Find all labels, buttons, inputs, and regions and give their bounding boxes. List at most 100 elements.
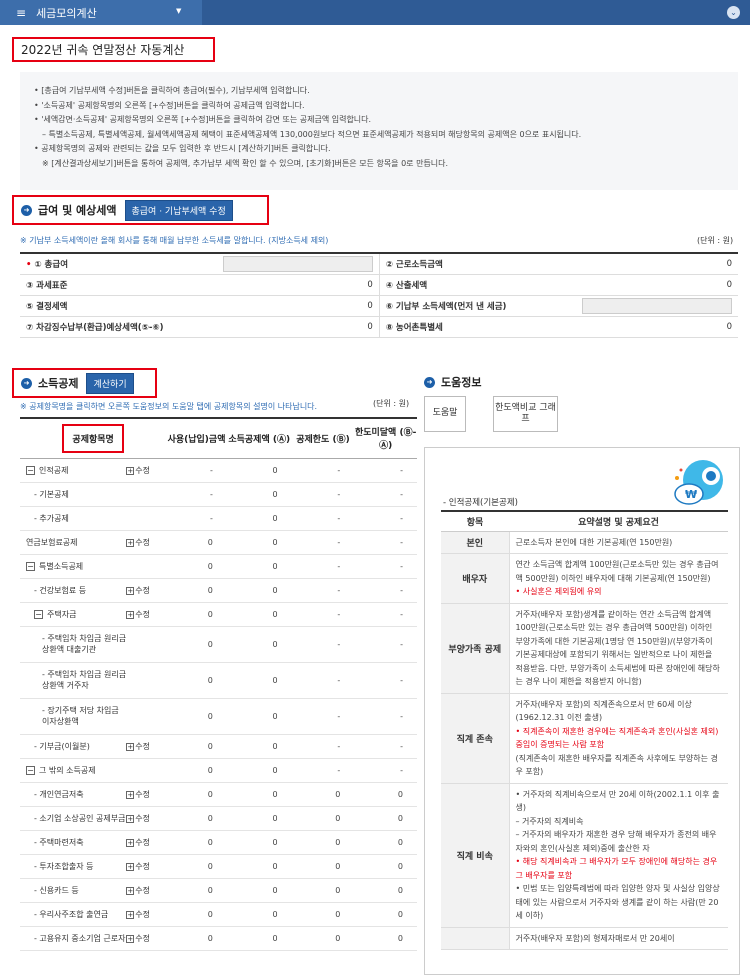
tab-limit-graph[interactable]: 한도액비교 그래프 [493,396,558,432]
instruction-line: • 공제항목명의 공제와 관련되는 값을 모두 입력한 후 반드시 [계산하기]… [34,144,331,153]
help-item-key: 부양가족 공제 [441,603,509,694]
deduction-item-label[interactable]: - 개인연금저축 [34,790,84,799]
edit-button[interactable]: + 수정 [126,742,150,751]
deduction-item-label[interactable]: - 소기업 소상공인 공제부금 [34,814,125,823]
total-salary-field[interactable] [216,253,380,275]
disabled-input [222,255,373,272]
deduction-item-label[interactable]: 특별소득공제 [39,562,83,571]
edit-wrap: + 수정 [126,909,166,920]
table-row: - 소기업 소상공인 공제부금 + 수정 0 0 0 0 [20,806,417,831]
mascot-icon: ₩ [674,460,723,505]
deduction-amount: 0 [226,782,292,807]
edit-button[interactable]: + 수정 [126,814,150,823]
instruction-line: • [총급여 기납부세액 수정]버튼을 클릭하여 총급여(필수), 기납부세액 … [34,86,310,95]
edit-wrap: + 수정 [126,789,166,800]
plus-icon: + [126,742,135,751]
deduction-item-label[interactable]: - 기부금(이월분) [34,742,90,751]
deduction-item-label[interactable]: 그 밖의 소득공제 [39,766,96,775]
collapse-icon[interactable]: − [26,561,35,571]
column-header: 공제한도 (Ⓑ) [291,418,355,459]
deduction-item-label[interactable]: - 고용유지 중소기업 근로자 [34,934,125,943]
collapse-icon[interactable]: − [26,765,35,775]
edit-wrap: + 수정 [126,813,166,824]
won-symbol: ₩ [685,488,697,501]
deduction-item-label[interactable]: 인적공제 [39,466,68,475]
edit-button[interactable]: + 수정 [126,934,150,943]
edit-button[interactable]: + 수정 [126,586,150,595]
edit-wrap: + 수정 [126,741,166,752]
tab-help[interactable]: 도움말 [424,396,466,432]
used-amount: 0 [166,698,227,735]
help-item-key: 본인 [441,531,509,554]
used-amount: 0 [166,662,227,699]
limit-amount: - [291,482,355,507]
help-line: • 직계존속이 재혼한 경우에는 직계존속과 혼인(사실혼 제외) 중임이 증명… [515,726,719,750]
edit-button[interactable]: + 수정 [126,862,150,871]
deduction-item-label[interactable]: 연금보험료공제 [26,538,78,547]
deduction-item-name-wrap: - 주택마련저축 [20,837,126,848]
row-label-text: ① 총급여 [34,259,69,270]
deduction-item-cell: - 장기주택 저당 차입금 이자상환액 [20,698,167,735]
menu-label: 세금모의계산 [36,6,97,20]
disabled-input [582,297,732,314]
deduction-item-label[interactable]: - 기본공제 [34,490,69,499]
edit-salary-button[interactable]: 총급여 · 기납부세액 수정 [124,199,233,221]
used-amount: 0 [166,806,227,831]
menu-dropdown[interactable]: ≡ 세금모의계산 ▼ [0,0,202,25]
edit-button[interactable]: + 수정 [126,886,150,895]
shortfall-amount: - [354,626,417,663]
limit-amount: 0 [291,902,355,927]
deduction-item-name-wrap: - 기본공제 [20,489,126,500]
edit-button[interactable]: + 수정 [126,838,150,847]
edit-button[interactable]: + 수정 [126,466,150,475]
deduction-item-label[interactable]: - 주택임차 차입금 원리금상환액 대출기관 [42,634,126,654]
deduction-item-label[interactable]: - 장기주택 저당 차입금 이자상환액 [42,706,119,726]
chevron-down-icon[interactable]: ⌄ [727,6,740,19]
edit-button[interactable]: + 수정 [126,790,150,799]
deduction-item-label[interactable]: - 주택마련저축 [34,838,84,847]
used-amount: 0 [166,626,227,663]
deduction-item-name-wrap: - 투자조합출자 등 [20,861,126,872]
edit-button[interactable]: + 수정 [126,538,150,547]
limit-amount: - [291,530,355,555]
deduction-item-label[interactable]: - 우리사주조합 출연금 [34,910,108,919]
instruction-line: • '소득공제' 공제항목명의 오른쪽 [+수정]버튼을 클릭하여 공제금액 입… [34,100,305,110]
plus-icon: + [126,538,135,547]
limit-amount: 0 [291,830,355,855]
column-header: 한도미달액 (Ⓑ-Ⓐ) [354,418,417,459]
deduction-item-name-wrap: - 추가공제 [20,513,126,524]
column-header: 사용(납입)금액 [166,418,227,459]
used-amount: 0 [166,602,227,627]
section-title: 도움정보 [441,376,482,389]
deduction-item-label[interactable]: - 추가공제 [34,514,69,523]
calculate-button[interactable]: 계산하기 [86,372,134,394]
deduction-item-label[interactable]: 주택자금 [47,610,76,619]
deduction-item-label[interactable]: - 투자조합출자 등 [34,862,94,871]
edit-button[interactable]: + 수정 [126,610,150,619]
deduction-amount: 0 [226,530,292,555]
limit-amount: 0 [291,782,355,807]
collapse-icon[interactable]: − [26,465,35,475]
table-row: 거주자(배우자 포함)의 형제자매로서 만 20세이 [441,927,728,950]
instructions-box: • [총급여 기납부세액 수정]버튼을 클릭하여 총급여(필수), 기납부세액 … [20,72,738,190]
edit-label: 수정 [135,933,150,943]
deduction-amount: 0 [226,806,292,831]
deduction-item-label[interactable]: - 주택임차 차입금 원리금상환액 거주자 [42,670,126,690]
deduction-amount: 0 [226,830,292,855]
row-value: 0 [575,274,738,296]
arrow-circle-icon: ➜ [424,376,435,388]
table-row: - 우리사주조합 출연금 + 수정 0 0 0 0 [20,902,417,927]
edit-button[interactable]: + 수정 [126,910,150,919]
deduction-item-label[interactable]: - 건강보험료 등 [34,586,86,595]
help-line: – 거주자의 직계비속 [515,816,584,826]
plus-icon: + [126,586,135,595]
plus-icon: + [126,790,135,799]
table-row: ⑤ 결정세액 0 ⑥ 기납부 소득세액(먼저 낸 세금) [20,295,738,317]
table-row: - 추가공제 -0- - [20,506,417,531]
prepaid-tax-field[interactable] [575,295,738,317]
help-item-desc: 근로소득자 본인에 대한 기본공제(연 150만원) [508,531,728,554]
deduction-item-label[interactable]: - 신용카드 등 [34,886,79,895]
collapse-icon[interactable]: − [34,609,43,619]
edit-label: 수정 [135,837,150,847]
edit-label: 수정 [135,741,150,751]
